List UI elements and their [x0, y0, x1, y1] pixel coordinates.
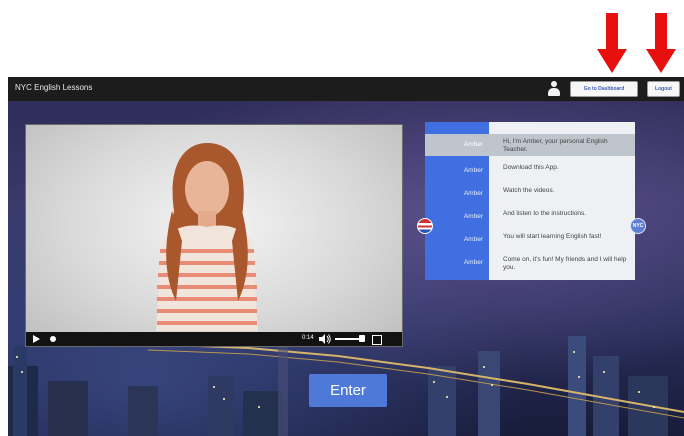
- video-player[interactable]: 0:14: [25, 124, 403, 347]
- chat-message: Amber And listen to the instructions.: [425, 206, 635, 228]
- app-title: NYC English Lessons: [15, 83, 93, 92]
- enter-button[interactable]: Enter: [309, 374, 387, 407]
- go-to-dashboard-button[interactable]: Go to Dashboard: [570, 81, 638, 97]
- chat-panel: Amber Hi, I'm Amber, your personal Engli…: [425, 122, 635, 280]
- top-bar: NYC English Lessons Go to Dashboard Logo…: [8, 77, 684, 101]
- progress-scrubber[interactable]: [50, 336, 56, 342]
- nyc-badge-icon: NYC: [630, 218, 646, 234]
- speaker-name: Amber: [463, 213, 483, 220]
- teacher-video-frame: [156, 143, 258, 331]
- speaker-name: Amber: [463, 236, 483, 243]
- message-text: Come on, it's fun! My friends and I will…: [503, 256, 627, 271]
- chat-message: Amber Download this App.: [425, 160, 635, 182]
- annotation-arrow-logout: [646, 13, 676, 75]
- speaker-name: Amber: [463, 141, 483, 148]
- speaker-name: Amber: [463, 167, 483, 174]
- message-text: And listen to the instructions.: [503, 210, 587, 217]
- chat-message: Amber Hi, I'm Amber, your personal Engli…: [425, 134, 635, 156]
- chat-message: Amber Watch the videos.: [425, 183, 635, 205]
- app-window: NYC English Lessons Go to Dashboard Logo…: [8, 77, 684, 436]
- video-time: 0:14: [302, 335, 314, 341]
- message-text: You will start learning English fast!: [503, 233, 602, 240]
- speaker-name: Amber: [463, 190, 483, 197]
- fullscreen-icon[interactable]: [372, 335, 382, 345]
- volume-icon[interactable]: [319, 334, 331, 344]
- play-icon[interactable]: [33, 335, 40, 343]
- message-text: Watch the videos.: [503, 187, 555, 194]
- message-text: Download this App.: [503, 164, 559, 171]
- user-icon[interactable]: [547, 81, 561, 97]
- video-controls: 0:14: [26, 332, 402, 346]
- logout-button[interactable]: Logout: [647, 81, 680, 97]
- message-text: Hi, I'm Amber, your personal English Tea…: [503, 138, 608, 153]
- volume-slider-handle[interactable]: [359, 335, 365, 342]
- annotation-arrow-dashboard: [597, 13, 627, 75]
- us-flag-badge-icon: [417, 218, 433, 234]
- speaker-name: Amber: [463, 259, 483, 266]
- chat-message: Amber You will start learning English fa…: [425, 229, 635, 251]
- chat-message: Amber Come on, it's fun! My friends and …: [425, 252, 635, 274]
